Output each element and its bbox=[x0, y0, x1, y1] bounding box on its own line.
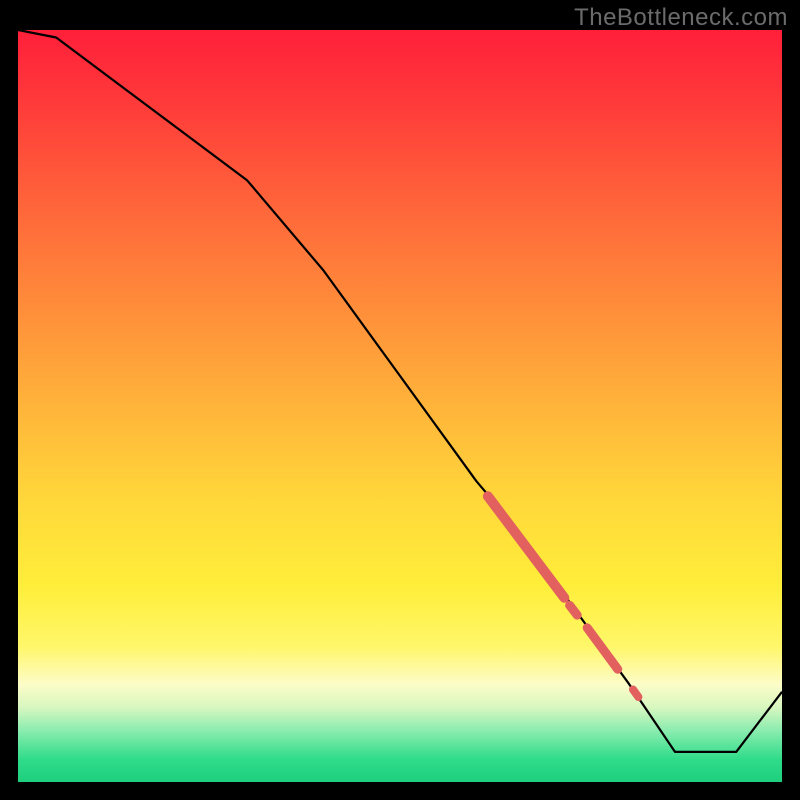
highlight-segment-0 bbox=[488, 496, 564, 598]
data-line bbox=[18, 30, 782, 752]
plot-area bbox=[18, 30, 782, 782]
watermark-text: TheBottleneck.com bbox=[574, 4, 788, 32]
chart-container: TheBottleneck.com bbox=[0, 0, 800, 800]
chart-svg bbox=[18, 30, 782, 782]
highlight-segment-2 bbox=[587, 628, 618, 669]
highlight-segment-1 bbox=[570, 605, 578, 615]
highlight-segment-3 bbox=[633, 690, 638, 698]
